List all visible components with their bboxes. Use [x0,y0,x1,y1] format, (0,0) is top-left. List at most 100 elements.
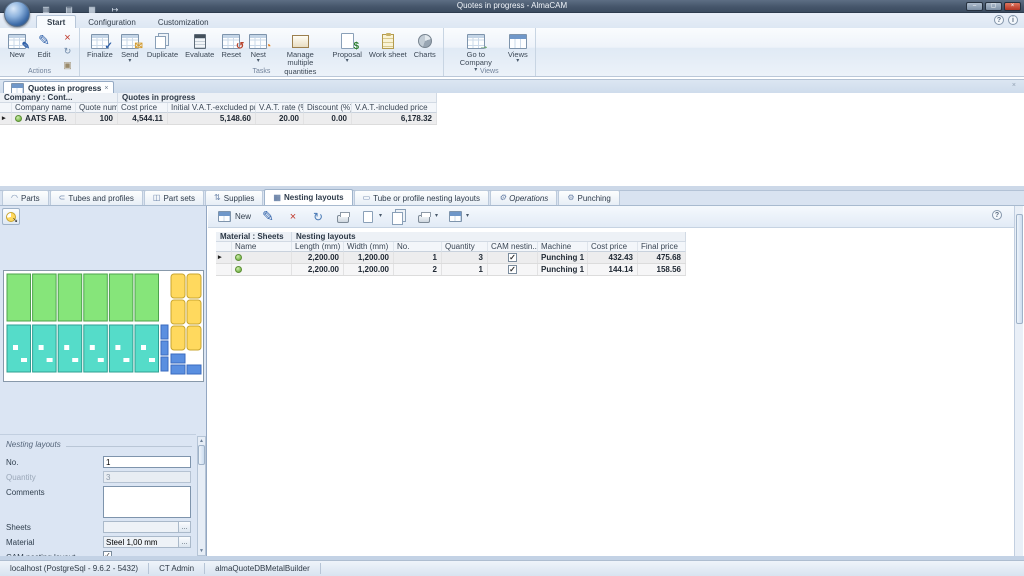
column-header-v-a-t-included-price[interactable]: V.A.T.-included price [352,103,437,113]
printer-icon [335,208,351,226]
ribbon-button-proposal[interactable]: $Proposal▾ [329,29,365,65]
cam-nesting-checkbox[interactable]: ✓ [508,265,517,274]
column-header-length-mm[interactable]: Length (mm) [292,242,344,252]
tab-tubes-and-profiles[interactable]: ⊂Tubes and profiles [50,190,143,205]
printer-icon [416,208,432,226]
ribbon-group-tasks: ✓Finalize✉Send▾DuplicateEvaluate↺Reset◔N… [80,28,444,76]
column-header-width-mm[interactable]: Width (mm) [344,242,394,252]
ribbon-button-charts[interactable]: Charts [411,29,439,60]
status-bar: localhost (PostgreSql - 9.6.2 - 5432)CT … [0,560,1024,576]
left-panel-scrollbar[interactable]: ▲ ▼ [197,436,206,556]
refresh-button[interactable]: ↻ [310,208,326,226]
material-label: Material [6,536,103,547]
column-chooser-button[interactable]: ▾ [447,208,469,226]
grid-mail-icon: ✉ [121,32,139,50]
scroll-up-icon[interactable]: ▲ [198,437,205,445]
ribbon-button-duplicate[interactable]: Duplicate [144,29,181,60]
ribbon-button-label: Go to Company [451,51,501,68]
close-tab-icon[interactable]: × [104,85,108,92]
status-connection: localhost (PostgreSql - 9.6.2 - 5432) [0,563,149,574]
help-icon[interactable]: ? [992,210,1002,220]
nesting-preview-canvas[interactable] [3,270,204,382]
close-panel-icon[interactable]: × [1012,82,1016,89]
cam-nesting-checkbox[interactable]: ✓ [508,253,517,262]
column-header-name[interactable]: Name [232,242,292,252]
tab-nesting-layouts[interactable]: ▦Nesting layouts [264,189,352,205]
grid2-icon [216,208,232,226]
column-header-final-price[interactable]: Final price [638,242,686,252]
column-header-v-a-t-rate[interactable]: V.A.T. rate (%) [256,103,304,113]
pages-icon [154,32,170,50]
ribbon-button-label: Finalize [87,51,113,59]
ribbon-button-nest[interactable]: ◔Nest▾ [245,29,271,65]
edit-button[interactable]: ✎ [260,208,276,226]
tab-part-sets[interactable]: ◫Part sets [144,190,204,205]
ribbon-button-edit[interactable]: ✎Edit [31,29,57,60]
close-button[interactable]: × [1004,2,1021,11]
export-button[interactable] [335,208,351,226]
tab-tube-or-profile-nesting-layouts[interactable]: ▭Tube or profile nesting layouts [354,190,489,205]
comments-input[interactable] [103,486,191,518]
clipboard-icon [380,32,396,50]
column-header-cam-nestin[interactable]: CAM nestin... [488,242,538,252]
maximize-button[interactable]: ▢ [985,2,1002,11]
value-cell: 2 [394,264,442,275]
scroll-thumb[interactable] [1016,214,1023,324]
tab-supplies[interactable]: ⇅Supplies [205,190,263,205]
ribbon-tab-configuration[interactable]: Configuration [78,16,146,28]
ribbon: ✎New✎Edit×↻▣Actions✓Finalize✉Send▾Duplic… [0,28,1024,77]
ribbon-button-label: Edit [38,51,51,59]
column-header-quote-number[interactable]: Quote number [76,103,118,113]
machine-cell: Punching 1 [538,252,588,263]
column-header-company-name[interactable]: Company name [12,103,76,113]
ribbon-button-send[interactable]: ✉Send▾ [117,29,143,65]
delete-button[interactable]: × [285,208,301,226]
quote-row[interactable]: ▸AATS FAB.1004,544.115,148.6020.000.006,… [0,113,437,125]
main-scrollbar[interactable] [1014,206,1023,556]
column-header-no[interactable]: No. [394,242,442,252]
ribbon-tab-customization[interactable]: Customization [148,16,219,28]
column-header-discount[interactable]: Discount (%) [304,103,352,113]
sheets-input[interactable] [103,521,179,533]
ribbon-button-go-to-company[interactable]: →Go to Company▾ [448,29,504,74]
status-database: almaQuoteDBMetalBuilder [205,563,321,574]
tab-punching[interactable]: ⚙Punching [558,190,620,205]
grid-clock-icon: ◔ [249,32,267,50]
select-tool-button[interactable]: ↘ [2,208,20,225]
ribbon-button-views[interactable]: Views▾ [505,29,531,65]
ribbon-tab-start[interactable]: Start [36,15,76,28]
material-input[interactable] [103,536,179,548]
new-document-button[interactable]: ▾ [360,208,382,226]
column-header-quantity[interactable]: Quantity [442,242,488,252]
sheets-picker-button[interactable]: ... [179,521,191,533]
app-menu-button[interactable] [4,1,30,27]
nesting-layout-row[interactable]: 2,200.001,200.0021✓Punching 1144.14158.5… [216,264,686,276]
print-button[interactable]: ▾ [416,208,438,226]
material-picker-button[interactable]: ... [179,536,191,548]
column-header-initial-v-a-t-excluded-price[interactable]: Initial V.A.T.-excluded price [168,103,256,113]
ribbon-button-reset[interactable]: ↺Reset [218,29,244,60]
ribbon-group-actions: ✎New✎Edit×↻▣Actions [0,28,80,76]
ribbon-button-evaluate[interactable]: Evaluate [182,29,217,60]
no-input[interactable] [103,456,191,468]
transfer-button[interactable] [391,208,407,226]
tab-operations[interactable]: ⚙Operations [490,190,557,205]
info-icon[interactable]: i [1008,15,1018,25]
ribbon-button-work-sheet[interactable]: Work sheet [366,29,410,60]
minimize-button[interactable]: – [966,2,983,11]
column-header-cost-price[interactable]: Cost price [118,103,168,113]
tab-parts[interactable]: ◠Parts [2,190,49,205]
new-button[interactable]: New [216,208,251,226]
tube-icon: ⊂ [59,194,66,202]
pen-icon: ✎ [260,208,276,226]
ribbon-button-new[interactable]: ✎New [4,29,30,60]
scroll-down-icon[interactable]: ▼ [198,547,205,555]
dropdown-arrow-icon: ▾ [379,214,382,219]
quantity-label: Quantity [6,471,103,482]
column-header-cost-price[interactable]: Cost price [588,242,638,252]
ribbon-button-finalize[interactable]: ✓Finalize [84,29,116,60]
nesting-layout-row[interactable]: ▸2,200.001,200.0013✓Punching 1432.43475.… [216,252,686,264]
help-icon[interactable]: ? [994,15,1004,25]
column-header-machine[interactable]: Machine [538,242,588,252]
scroll-thumb[interactable] [198,445,205,465]
